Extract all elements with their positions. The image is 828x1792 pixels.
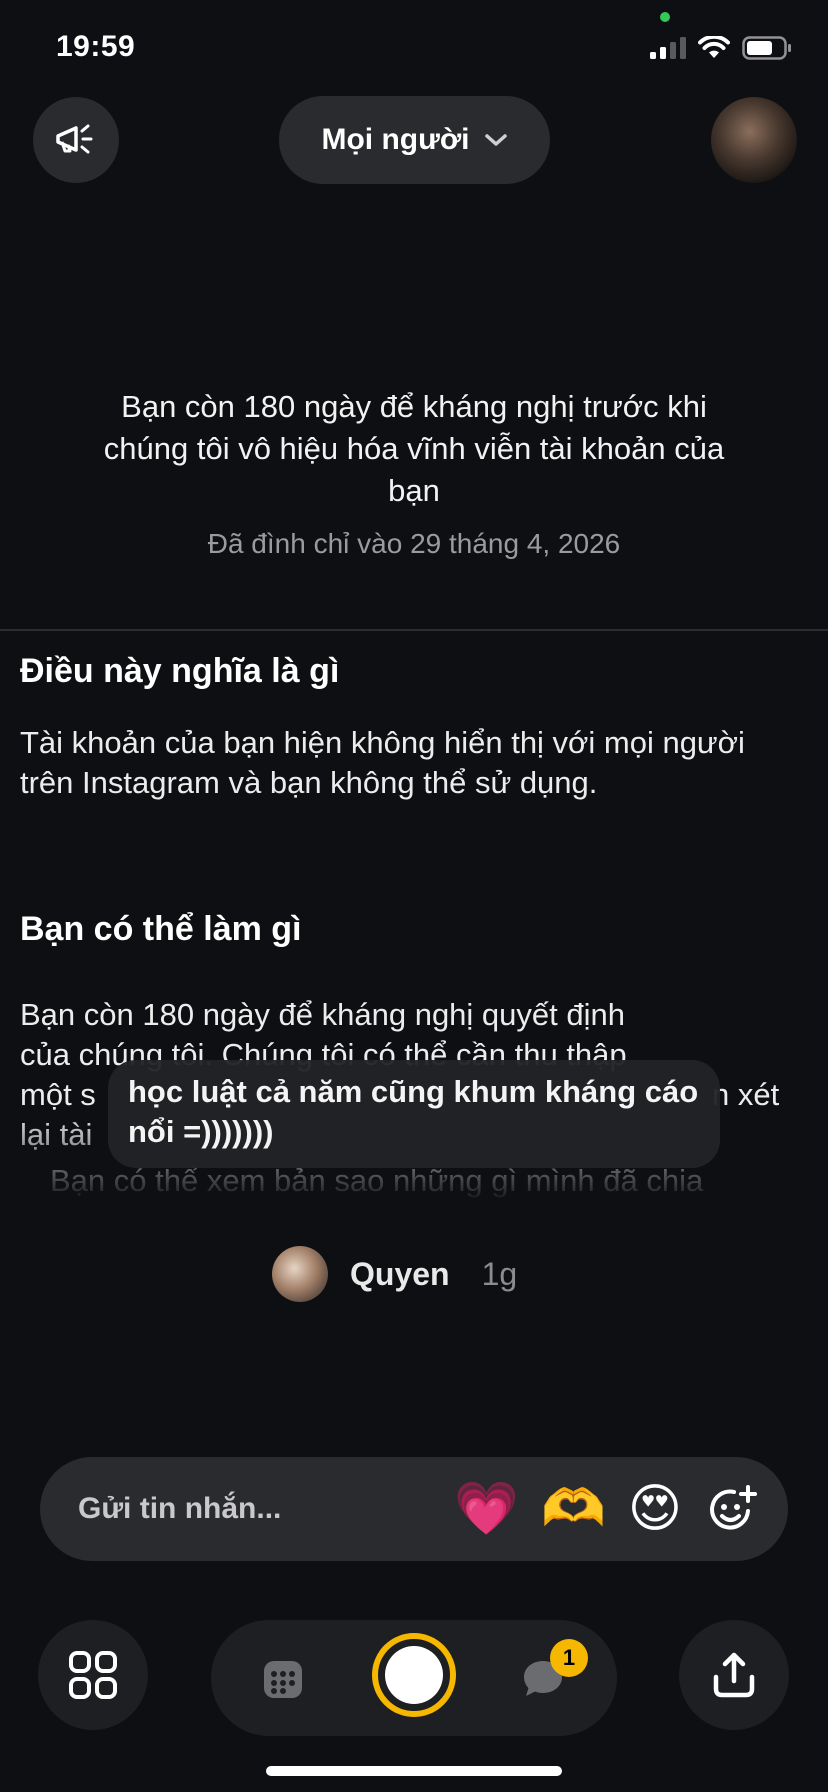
home-indicator [266, 1766, 562, 1776]
add-reaction-icon[interactable] [704, 1481, 760, 1537]
status-bar: 19:59 [0, 0, 828, 90]
audience-dropdown[interactable]: Mọi người [279, 96, 550, 184]
message-input[interactable]: Gửi tin nhắn... [78, 1492, 432, 1526]
reaction-heart-hands-button[interactable]: 🫶 [541, 1483, 606, 1535]
post-time: 1g [481, 1255, 518, 1292]
calendar-icon [264, 1661, 302, 1698]
post-author[interactable]: Quyen 1g [272, 1246, 517, 1302]
share-button[interactable] [679, 1620, 789, 1730]
author-avatar[interactable] [272, 1246, 328, 1302]
section-body: Tài khoản của bạn hiện không hiển thị vớ… [20, 725, 745, 800]
suspension-message: Bạn còn 180 ngày để kháng nghị trước khi… [103, 389, 725, 508]
camera-in-use-indicator [660, 12, 670, 22]
grid-view-button[interactable] [38, 1620, 148, 1730]
message-bar: Gửi tin nhắn... 💗 🫶 😍 [40, 1457, 788, 1561]
battery-icon [742, 36, 791, 60]
calendar-button[interactable] [260, 1656, 306, 1702]
status-time: 19:59 [56, 30, 136, 63]
divider [0, 629, 828, 631]
section-body-line: n xét [712, 1077, 780, 1112]
reaction-heart-button[interactable]: 💗 [454, 1483, 519, 1535]
section-meaning: Điều này nghĩa là gì Tài khoản của bạn h… [20, 652, 800, 803]
cellular-signal-icon [650, 37, 686, 59]
capture-inner [385, 1646, 443, 1704]
grid-icon [69, 1651, 117, 1699]
section-heading: Điều này nghĩa là gì [20, 652, 340, 690]
reaction-heart-eyes-button[interactable]: 😍 [628, 1483, 682, 1535]
section-body-line: một s [20, 1077, 96, 1112]
section-heading: Bạn có thể làm gì [20, 910, 302, 948]
bottom-nav: 1 [0, 1620, 828, 1736]
chat-badge: 1 [550, 1639, 588, 1677]
audience-label: Mọi người [321, 123, 470, 156]
wifi-icon [698, 36, 730, 58]
megaphone-icon [56, 124, 93, 154]
profile-avatar[interactable] [711, 97, 797, 183]
capture-button[interactable] [372, 1633, 456, 1717]
section-body-line: Bạn còn 180 ngày để kháng nghị quyết địn… [20, 997, 625, 1032]
section-body-line: lại tài [20, 1117, 93, 1152]
announcement-button[interactable] [33, 97, 119, 183]
author-name[interactable]: Quyen [350, 1256, 450, 1293]
caption-overlay: học luật cả năm cũng khum kháng cáo nổi … [108, 1060, 720, 1168]
suspension-date: Đã đình chỉ vào 29 tháng 4, 2026 [207, 528, 621, 559]
suspension-notice: Bạn còn 180 ngày để kháng nghị trước khi… [0, 386, 828, 560]
status-icons [650, 36, 792, 60]
chevron-down-icon [484, 134, 507, 146]
share-icon [713, 1652, 755, 1698]
